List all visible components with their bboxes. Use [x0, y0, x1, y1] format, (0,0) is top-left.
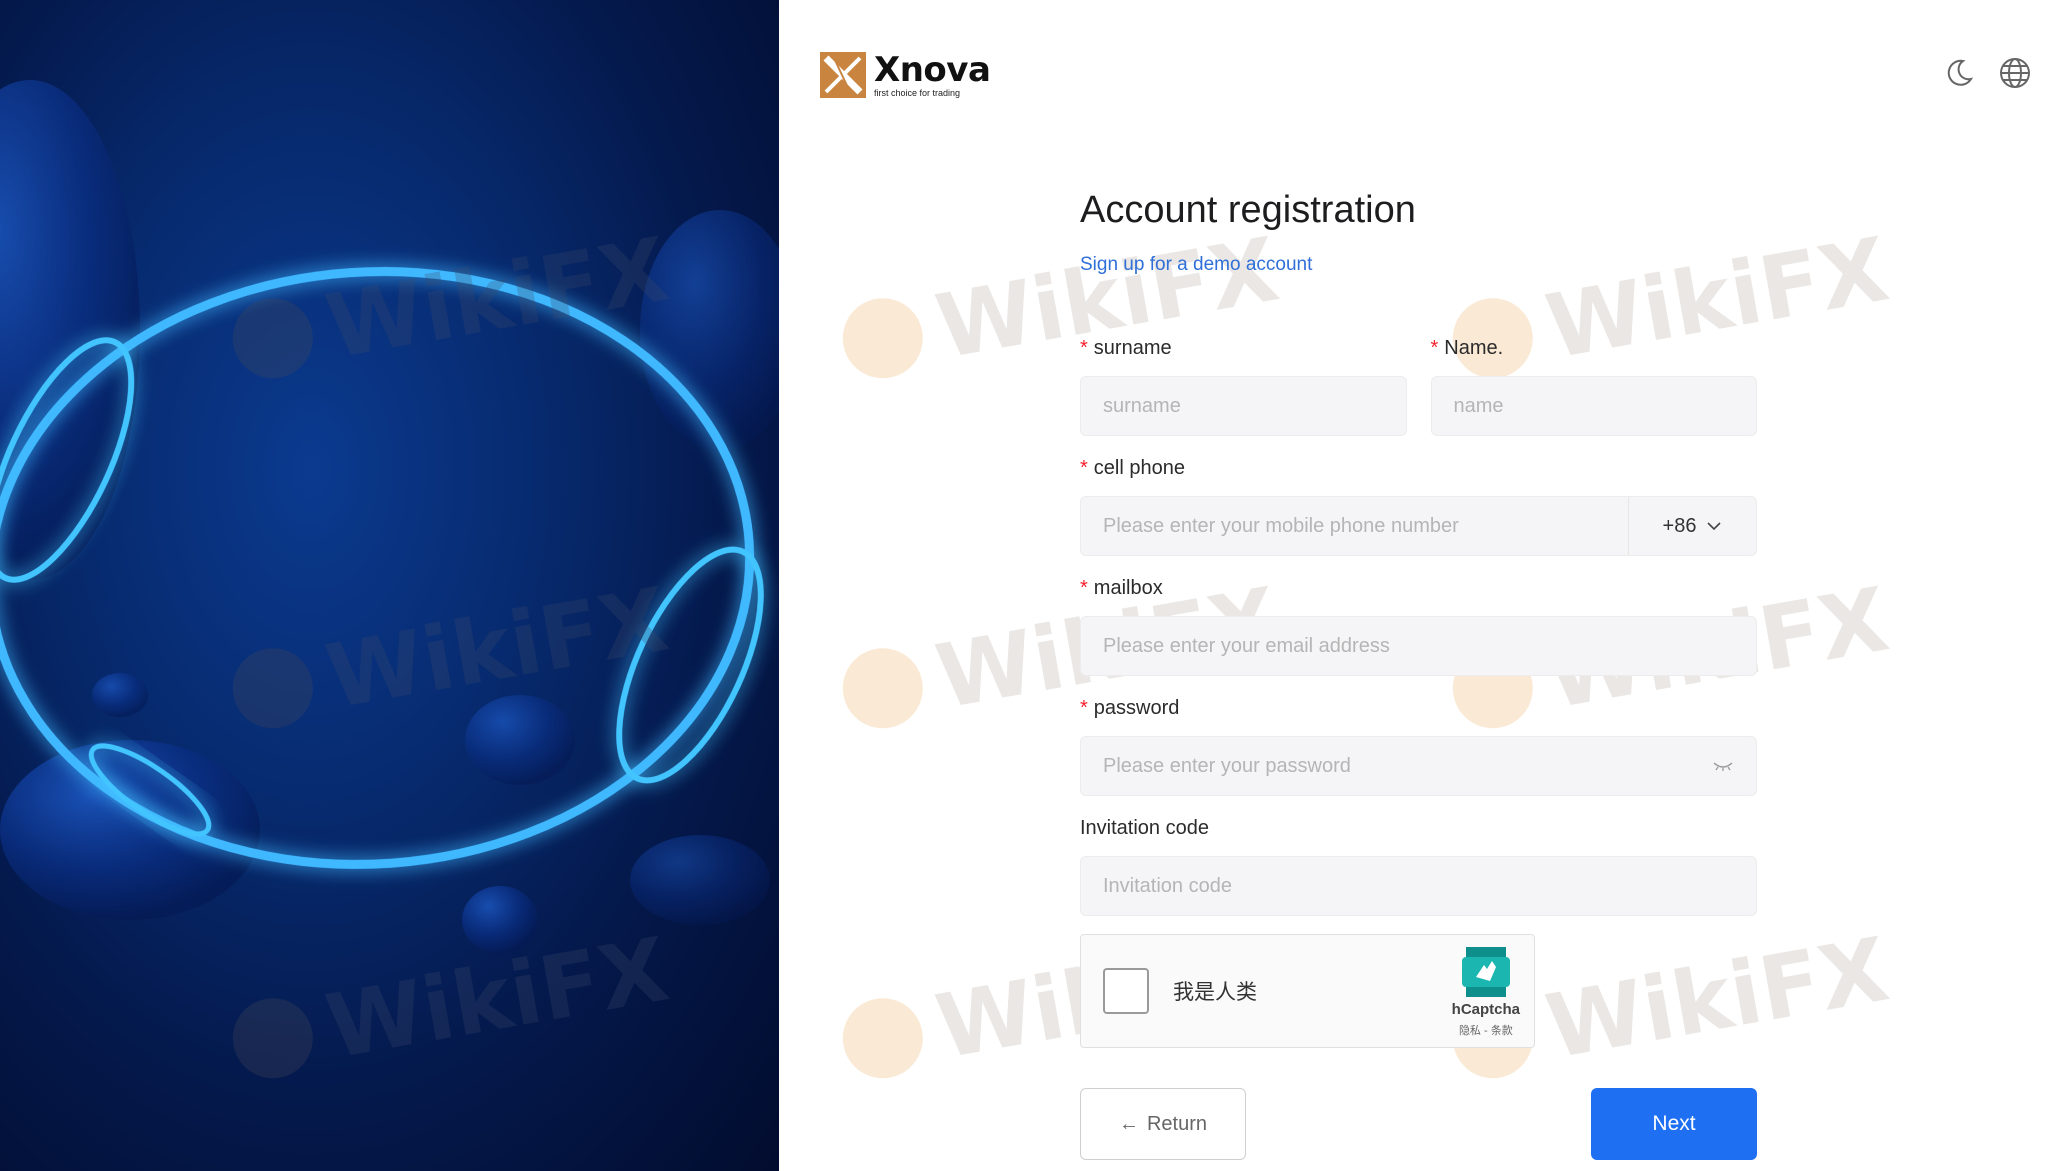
- brand-name: Xnova: [874, 49, 991, 90]
- invitation-label: Invitation code: [1080, 817, 1209, 839]
- email-input[interactable]: Please enter your email address: [1080, 616, 1757, 676]
- registration-page: WikiFX WikiFX WikiFX WikiFX WikiFX WikiF…: [0, 0, 2045, 1171]
- chevron-down-icon: [1707, 522, 1722, 531]
- phone-input[interactable]: Please enter your mobile phone number +8…: [1080, 496, 1757, 556]
- password-field-group: * password Please enter your password: [1080, 696, 1757, 796]
- name-field-group: * Name. name: [1430, 336, 1757, 436]
- phone-label: * cell phone: [1080, 457, 1185, 479]
- name-row: * surname surname * Name. name: [1080, 336, 1757, 436]
- brand-tagline: first choice for trading: [874, 87, 961, 98]
- name-input[interactable]: name: [1430, 376, 1757, 436]
- captcha-brand: hCaptcha 隐私 - 条款: [1452, 947, 1520, 1038]
- captcha-checkbox[interactable]: [1103, 968, 1149, 1014]
- password-label: * password: [1080, 697, 1180, 719]
- mailbox-field-group: * mailbox Please enter your email address: [1080, 576, 1757, 676]
- surname-input[interactable]: surname: [1080, 376, 1407, 436]
- invitation-field-group: Invitation code Invitation code: [1080, 816, 1757, 916]
- captcha-brand-name: hCaptcha: [1451, 1001, 1520, 1018]
- header-actions: [1943, 57, 2031, 89]
- hcaptcha-logo-icon: [1461, 947, 1510, 997]
- return-button[interactable]: ← Return: [1080, 1088, 1246, 1160]
- surname-label: * surname: [1080, 337, 1172, 359]
- demo-account-link[interactable]: Sign up for a demo account: [1080, 254, 1312, 276]
- eye-closed-icon[interactable]: [1712, 760, 1734, 772]
- surname-field-group: * surname surname: [1080, 336, 1407, 436]
- captcha-label: 我是人类: [1173, 981, 1257, 1004]
- brand-logo[interactable]: Xnova first choice for trading: [820, 49, 991, 98]
- page-title: Account registration: [1080, 189, 1416, 231]
- globe-icon[interactable]: [1999, 57, 2031, 89]
- country-code-select[interactable]: +86: [1628, 497, 1756, 555]
- next-button[interactable]: Next: [1591, 1088, 1757, 1160]
- password-input[interactable]: Please enter your password: [1080, 736, 1757, 796]
- hcaptcha-widget: 我是人类 hCaptcha 隐私 - 条款: [1080, 934, 1535, 1048]
- mailbox-label: * mailbox: [1080, 577, 1163, 599]
- hero-artwork: WikiFX WikiFX WikiFX: [0, 0, 779, 1171]
- moon-icon[interactable]: [1943, 57, 1975, 89]
- captcha-privacy-links[interactable]: 隐私 - 条款: [1459, 1022, 1513, 1038]
- phone-field-group: * cell phone Please enter your mobile pho…: [1080, 456, 1757, 556]
- invitation-code-input[interactable]: Invitation code: [1080, 856, 1757, 916]
- arrow-left-icon: ←: [1118, 1112, 1139, 1135]
- xnova-logo-icon: [820, 52, 866, 98]
- neon-ring-illustration: [0, 80, 779, 954]
- name-label: * Name.: [1430, 337, 1504, 359]
- registration-form: Account registration Sign up for a demo …: [1080, 188, 1757, 1160]
